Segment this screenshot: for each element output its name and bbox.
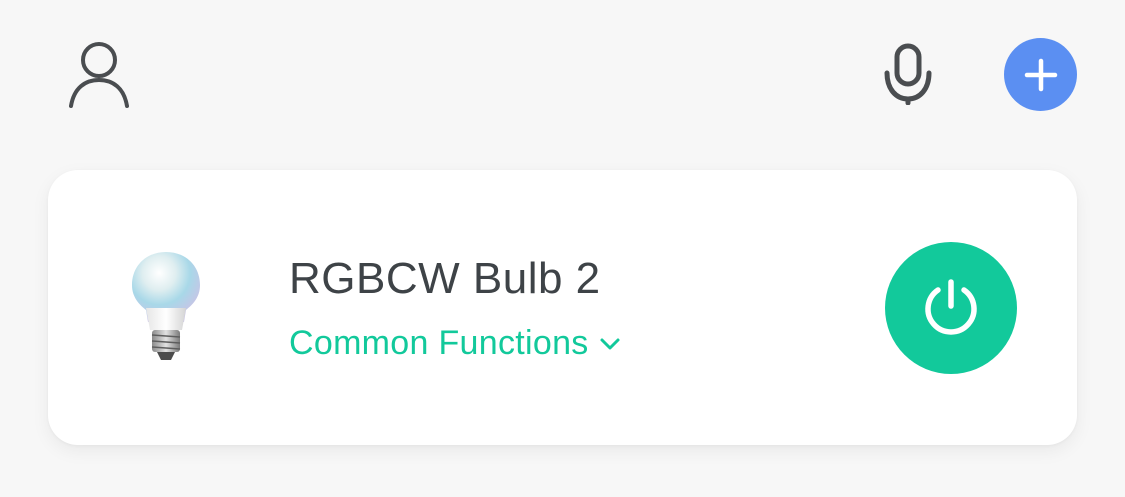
profile-button[interactable] xyxy=(60,36,138,112)
device-thumbnail xyxy=(126,248,206,368)
device-card[interactable]: RGBCW Bulb 2 Common Functions xyxy=(48,170,1077,445)
light-bulb-icon xyxy=(132,252,200,360)
power-button[interactable] xyxy=(885,242,1017,374)
power-icon xyxy=(925,279,977,335)
plus-icon xyxy=(1024,58,1057,91)
chevron-down-icon xyxy=(600,338,620,349)
top-bar xyxy=(0,0,1125,150)
microphone-icon xyxy=(884,43,932,105)
device-name: RGBCW Bulb 2 xyxy=(289,254,601,303)
common-functions-label: Common Functions xyxy=(289,324,589,362)
add-device-button[interactable] xyxy=(1004,38,1077,111)
person-outline-icon xyxy=(69,42,129,108)
common-functions-toggle[interactable]: Common Functions xyxy=(289,324,621,363)
voice-button[interactable] xyxy=(872,38,944,110)
home-screen: RGBCW Bulb 2 Common Functions xyxy=(0,0,1125,497)
